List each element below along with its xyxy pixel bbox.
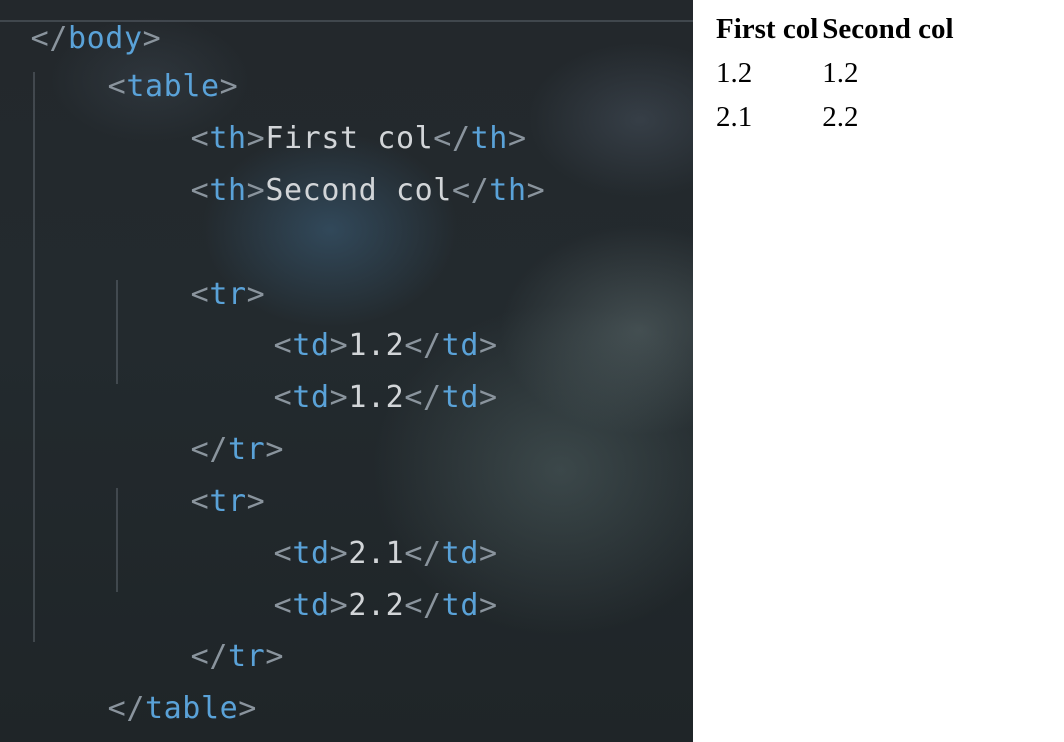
table-header-cell: Second col [822,12,954,45]
code-punct: > [526,173,546,208]
table-row: 2.1 2.2 [715,96,955,138]
code-punct: < [190,173,210,208]
code-tag: td [441,588,479,623]
code-line[interactable]: <td>2.1</td> [199,494,498,571]
table-cell: 1.2 [716,56,753,89]
code-punct: > [478,588,498,623]
code-punct: > [265,639,284,674]
code-punct: > [246,173,266,208]
code-line[interactable]: <th>First col</th> [116,79,527,156]
code-editor[interactable]: </body> <table> <th>First col</th> <th>S… [0,0,693,742]
code-punct: </ [451,173,490,208]
code-punct: > [265,432,284,467]
code-punct: > [329,588,349,623]
code-tag: td [292,380,330,415]
table-cell: 2.2 [822,100,859,133]
table-header-row: First col Second col [715,8,955,50]
code-tag: table [144,691,239,726]
code-text: 1.2 [348,380,405,415]
indent-guide [33,72,35,642]
code-punct: > [329,380,349,415]
code-line[interactable]: <td>1.2</td> [199,286,498,363]
code-line[interactable]: </body> [0,0,161,56]
code-text: Second col [265,173,452,208]
code-tag: td [292,588,330,623]
code-punct: </ [404,588,442,623]
code-tag: th [209,173,247,208]
table-cell: 1.2 [822,56,859,89]
code-line[interactable]: </tr> [116,597,284,674]
code-text: 2.2 [348,588,405,623]
code-tag: td [441,380,479,415]
preview-table: First col Second col 1.2 1.2 2.1 2.2 [713,6,957,140]
code-line[interactable]: body> [0,701,158,741]
table-row: 1.2 1.2 [715,52,955,94]
browser-preview: First col Second col 1.2 1.2 2.1 2.2 [693,0,1064,742]
code-punct: > [478,380,498,415]
table-cell: 2.1 [716,100,753,133]
code-line[interactable]: <td>2.2</td> [199,546,498,623]
code-tag: th [489,173,527,208]
code-line[interactable]: <tr> [116,235,265,312]
code-line[interactable]: </table> [33,649,257,726]
code-line[interactable]: <tr> [116,442,265,519]
table-header-cell: First col [716,12,819,45]
code-punct: </ [404,380,442,415]
code-line[interactable]: <th>Second col</th> [116,131,545,208]
code-line[interactable]: <td>1.2</td> [199,338,498,415]
code-line[interactable]: </tr> [116,390,284,467]
code-punct: > [238,691,257,726]
code-line[interactable]: <table> [33,27,238,104]
